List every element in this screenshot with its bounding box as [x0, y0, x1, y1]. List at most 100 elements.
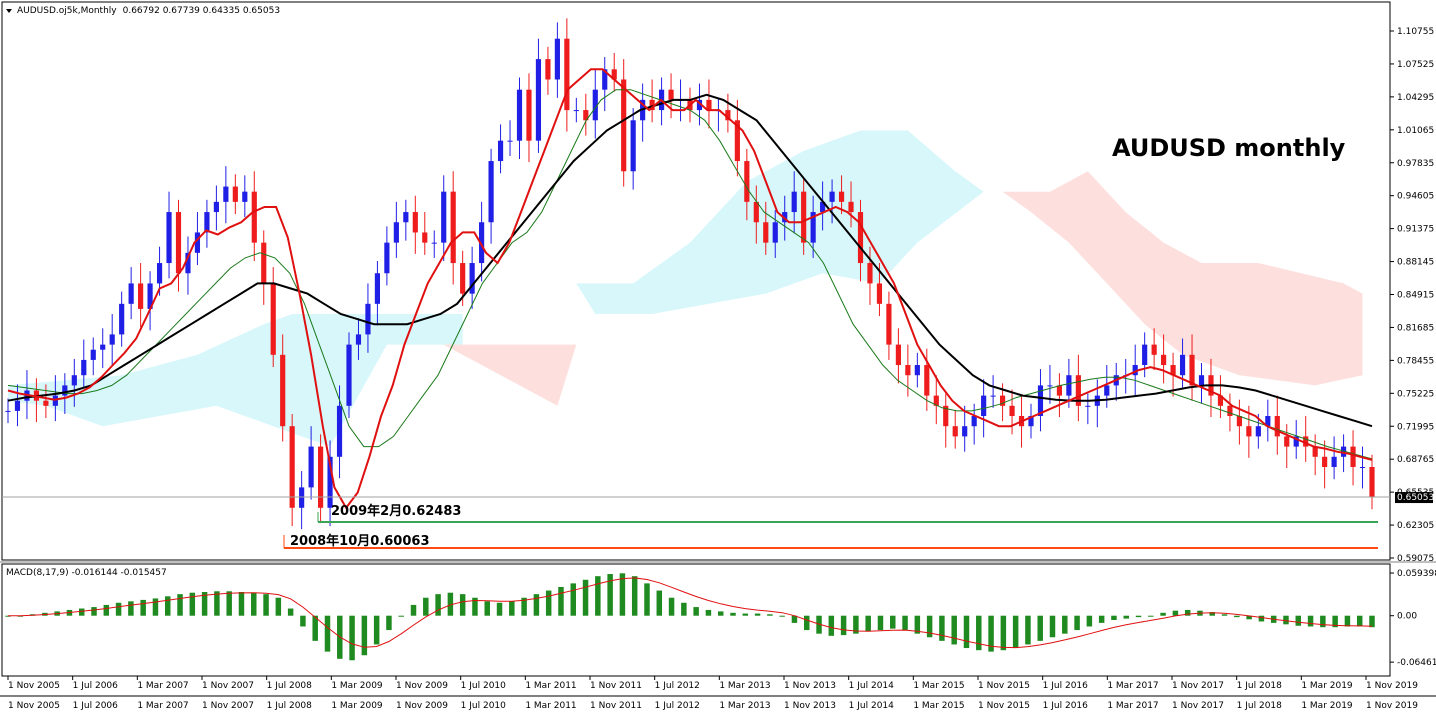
candle-body: [109, 334, 115, 345]
candle-body: [1284, 436, 1290, 447]
price-tick-label: 1.01065: [1397, 126, 1434, 136]
candle-body: [1322, 456, 1328, 467]
price-tick-label: 1.10755: [1397, 27, 1434, 37]
time-tick-label: 1 Jul 2016: [1043, 681, 1088, 691]
macd-histogram-bar: [263, 594, 269, 616]
candle-body: [668, 89, 674, 100]
time-tick-label: 1 Mar 2013: [719, 681, 770, 691]
time-tick-label: 1 Jul 2008: [267, 681, 312, 691]
candle-body: [763, 222, 769, 243]
time-tick-label: 1 Mar 2009: [331, 681, 383, 691]
macd-histogram-bar: [840, 615, 847, 636]
candle-body: [403, 212, 409, 223]
time-tick-label: 1 Nov 2015: [978, 681, 1030, 691]
macd-histogram-bar: [1123, 615, 1129, 619]
macd-histogram-bar: [951, 615, 957, 645]
time-tick-label: 1 Jul 2014: [849, 681, 894, 691]
macd-histogram-bar: [1258, 615, 1265, 622]
price-axis: 1.10755 1.07525 1.04295 1.01065 0.97835 0.946…: [1389, 2, 1434, 564]
price-tick-label: 1.07525: [1397, 60, 1434, 70]
macd-histogram-bar: [78, 608, 85, 616]
candle-body: [545, 59, 551, 80]
price-tick-label: 0.75225: [1397, 389, 1434, 399]
macd-histogram-bar: [361, 615, 368, 656]
time-tick-label: 1 Jul 2010: [461, 681, 506, 691]
macd-histogram-bar: [128, 601, 134, 616]
time-tick-label: 1 Nov 2013: [784, 681, 836, 691]
macd-histogram-bar: [1074, 615, 1080, 631]
candle-body: [848, 201, 854, 213]
macd-histogram-bar: [373, 615, 380, 645]
macd-histogram-bar: [681, 602, 687, 616]
candle-body: [299, 487, 305, 508]
candle-body: [384, 242, 390, 274]
candle-body: [990, 395, 996, 397]
candle-body: [895, 344, 901, 366]
macd-histogram-bar: [115, 602, 122, 616]
candle-body: [412, 212, 418, 233]
macd-histogram-bar: [582, 579, 589, 616]
time-tick-label-row2: 1 Nov 2013: [784, 701, 836, 711]
macd-histogram-bar: [496, 602, 503, 616]
candle-body: [365, 303, 371, 335]
price-tick-label: 0.62305: [1397, 521, 1434, 531]
candle-body: [336, 405, 343, 457]
candle-body: [1255, 426, 1261, 437]
macd-histogram-bar: [1160, 612, 1166, 616]
candle-body: [791, 191, 797, 213]
price-tick-label: 0.84915: [1397, 291, 1434, 301]
candle-body: [526, 89, 532, 141]
price-tick-label: 0.94605: [1397, 192, 1434, 202]
time-tick-label-row2: 1 Jul 2014: [849, 701, 894, 711]
time-tick-label: 1 Jul 2012: [655, 681, 700, 691]
candle-body: [914, 365, 920, 376]
candle-body: [924, 365, 930, 396]
candle-body: [166, 212, 172, 264]
candle-body: [1331, 456, 1337, 467]
candle-body: [270, 283, 276, 355]
candle-body: [81, 359, 87, 376]
macd-histogram-bar: [1344, 615, 1351, 627]
candle-body: [232, 186, 238, 202]
macd-histogram-bar: [300, 615, 306, 627]
time-tick-label: 1 Nov 2009: [396, 681, 448, 691]
time-tick-label-row2: 1 Jul 2010: [461, 701, 506, 711]
header-ohlc: 0.66792 0.67739 0.64335 0.65053: [123, 6, 280, 16]
macd-histogram-bar: [177, 594, 183, 616]
candle-body: [829, 191, 835, 202]
price-tick-label: 0.68765: [1397, 455, 1434, 465]
time-tick-label: 1 Jul 2018: [1237, 681, 1282, 691]
macd-histogram-bar: [1295, 615, 1302, 626]
candle-body: [43, 400, 49, 406]
candle-body: [393, 222, 399, 243]
macd-histogram-bar: [767, 614, 773, 616]
macd-histogram-bar: [705, 609, 712, 616]
time-tick-label: 1 Nov 2007: [202, 681, 254, 691]
macd-histogram-bar: [251, 592, 257, 616]
candle-body: [886, 303, 892, 345]
time-tick-label-row2: 1 Jul 2016: [1043, 701, 1088, 711]
candle-body: [261, 242, 267, 284]
macd-tick-label: 0.059398: [1397, 569, 1436, 579]
macd-tick-label: 0.00: [1397, 612, 1417, 622]
chart-root: 1.10755 1.07525 1.04295 1.01065 0.97835 0.946…: [0, 1, 1436, 711]
time-tick-label-row2: 1 Mar 2019: [1301, 701, 1353, 711]
macd-histogram-bar: [423, 597, 429, 616]
candle-body: [355, 334, 362, 345]
time-tick-label-row2: 1 Nov 2019: [1366, 701, 1418, 711]
candle-body: [867, 263, 873, 284]
macd-histogram-bar: [656, 590, 663, 616]
time-tick-label-row2: 1 Mar 2009: [331, 701, 383, 711]
candle-body: [564, 38, 570, 111]
macd-histogram-bar: [779, 615, 785, 617]
macd-histogram-bar: [91, 607, 97, 616]
candle-body: [138, 283, 144, 309]
macd-histogram-bar: [1307, 615, 1314, 627]
price-tick-label: 0.59075: [1397, 554, 1434, 564]
candle-body: [308, 446, 314, 488]
time-tick-label: 1 Nov 2017: [1172, 681, 1224, 691]
macd-histogram-bar: [890, 615, 896, 629]
candle-body: [1104, 385, 1110, 396]
time-tick-label: 1 Mar 2007: [137, 681, 188, 691]
candle-body: [1198, 375, 1205, 386]
